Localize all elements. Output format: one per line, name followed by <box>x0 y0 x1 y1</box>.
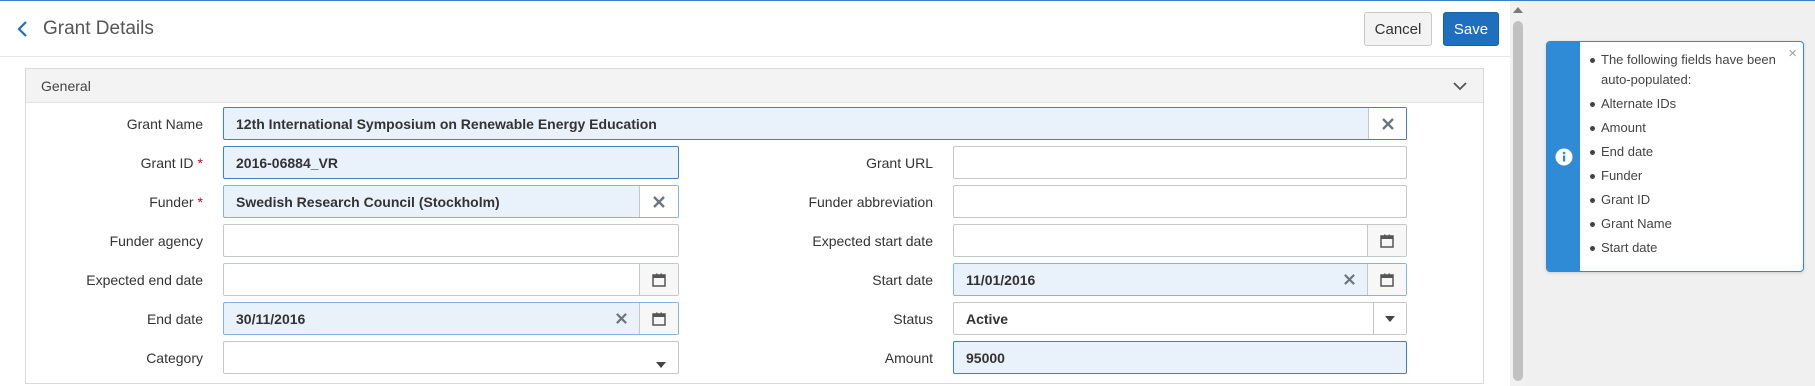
funder-label: Funder * <box>149 194 203 210</box>
funder-abbreviation-label: Funder abbreviation <box>808 194 933 210</box>
grant-id-value: 2016-06884_VR <box>236 155 338 171</box>
collapse-button[interactable] <box>1451 77 1469 95</box>
grant-id-input[interactable]: 2016-06884_VR <box>223 146 679 179</box>
notification-list: The following fields have been auto-popu… <box>1588 50 1788 262</box>
grant-name-value: 12th International Symposium on Renewabl… <box>236 116 657 132</box>
notification-close-button[interactable]: × <box>1788 45 1797 62</box>
calendar-icon <box>652 273 666 287</box>
funder-input[interactable]: Swedish Research Council (Stockholm) <box>223 185 679 218</box>
section-header[interactable]: General <box>26 69 1483 103</box>
grant-url-input[interactable] <box>953 146 1407 179</box>
status-dropdown-button[interactable] <box>1373 303 1406 334</box>
notification-item: Funder <box>1588 166 1788 186</box>
auto-populated-notification: × The following fields have been auto-po… <box>1546 41 1804 272</box>
caret-down-icon <box>656 355 666 373</box>
grant-name-label: Grant Name <box>126 116 203 132</box>
page-title: Grant Details <box>43 18 154 39</box>
start-date-clear-button[interactable] <box>1331 264 1367 295</box>
section-title: General <box>41 78 91 94</box>
grant-id-label: Grant ID * <box>141 155 203 171</box>
page-header: Grant Details Cancel Save <box>0 1 1510 57</box>
scrollbar-thumb[interactable] <box>1513 21 1523 381</box>
end-date-label: End date <box>146 311 203 327</box>
start-date-label: Start date <box>872 272 933 288</box>
funder-agency-input[interactable] <box>223 224 679 257</box>
notification-item: Start date <box>1588 238 1788 258</box>
expected-start-date-label: Expected start date <box>812 233 933 249</box>
info-icon <box>1555 148 1572 165</box>
end-date-value: 30/11/2016 <box>236 311 306 327</box>
x-icon <box>615 313 627 324</box>
grant-name-clear-button[interactable] <box>1368 108 1406 139</box>
status-value: Active <box>966 311 1009 327</box>
notification-item: End date <box>1588 142 1788 162</box>
amount-value: 95000 <box>966 350 1005 366</box>
end-date-calendar-button[interactable] <box>639 303 678 334</box>
grant-id-label-text: Grant ID <box>140 155 194 171</box>
start-date-value: 11/01/2016 <box>966 272 1036 288</box>
notification-item: Grant Name <box>1588 214 1788 234</box>
funder-abbreviation-input[interactable] <box>953 185 1407 218</box>
vertical-scrollbar[interactable] <box>1510 1 1526 386</box>
required-marker: * <box>197 194 203 210</box>
funder-clear-button[interactable] <box>639 186 678 217</box>
scroll-up-arrow-icon[interactable] <box>1513 7 1523 13</box>
grant-name-input[interactable]: 12th International Symposium on Renewabl… <box>223 107 1407 140</box>
notification-item: The following fields have been auto-popu… <box>1588 50 1788 90</box>
amount-label: Amount <box>884 350 933 366</box>
notification-item: Amount <box>1588 118 1788 138</box>
expected-end-date-calendar-button[interactable] <box>639 264 678 295</box>
x-icon <box>653 195 665 208</box>
start-date-input[interactable]: 11/01/2016 <box>953 263 1407 296</box>
x-icon <box>1343 274 1355 285</box>
category-select[interactable] <box>223 341 679 374</box>
amount-input[interactable]: 95000 <box>953 341 1407 374</box>
end-date-clear-button[interactable] <box>603 303 639 334</box>
save-button[interactable]: Save <box>1443 12 1499 46</box>
calendar-icon <box>1380 273 1394 287</box>
x-icon <box>1381 117 1394 130</box>
start-date-calendar-button[interactable] <box>1367 264 1406 295</box>
back-button[interactable] <box>10 15 34 43</box>
chevron-down-icon <box>1453 82 1467 91</box>
grant-url-label: Grant URL <box>866 155 933 171</box>
notification-item: Alternate IDs <box>1588 94 1788 114</box>
funder-agency-label: Funder agency <box>109 233 203 249</box>
expected-end-date-input[interactable] <box>223 263 679 296</box>
calendar-icon <box>1380 234 1394 248</box>
status-label: Status <box>893 311 933 327</box>
expected-end-date-label: Expected end date <box>86 272 203 288</box>
category-label: Category <box>146 350 203 366</box>
end-date-input[interactable]: 30/11/2016 <box>223 302 679 335</box>
calendar-icon <box>652 312 666 326</box>
funder-label-text: Funder <box>149 194 194 210</box>
notification-item: Grant ID <box>1588 190 1788 210</box>
funder-value: Swedish Research Council (Stockholm) <box>236 194 500 210</box>
expected-start-date-calendar-button[interactable] <box>1367 225 1406 256</box>
caret-down-icon <box>1385 315 1395 322</box>
chevron-left-icon <box>17 21 27 37</box>
notification-sidebar <box>1547 42 1580 271</box>
cancel-button[interactable]: Cancel <box>1364 12 1432 46</box>
required-marker: * <box>197 155 203 171</box>
expected-start-date-input[interactable] <box>953 224 1407 257</box>
status-select[interactable]: Active <box>953 302 1407 335</box>
